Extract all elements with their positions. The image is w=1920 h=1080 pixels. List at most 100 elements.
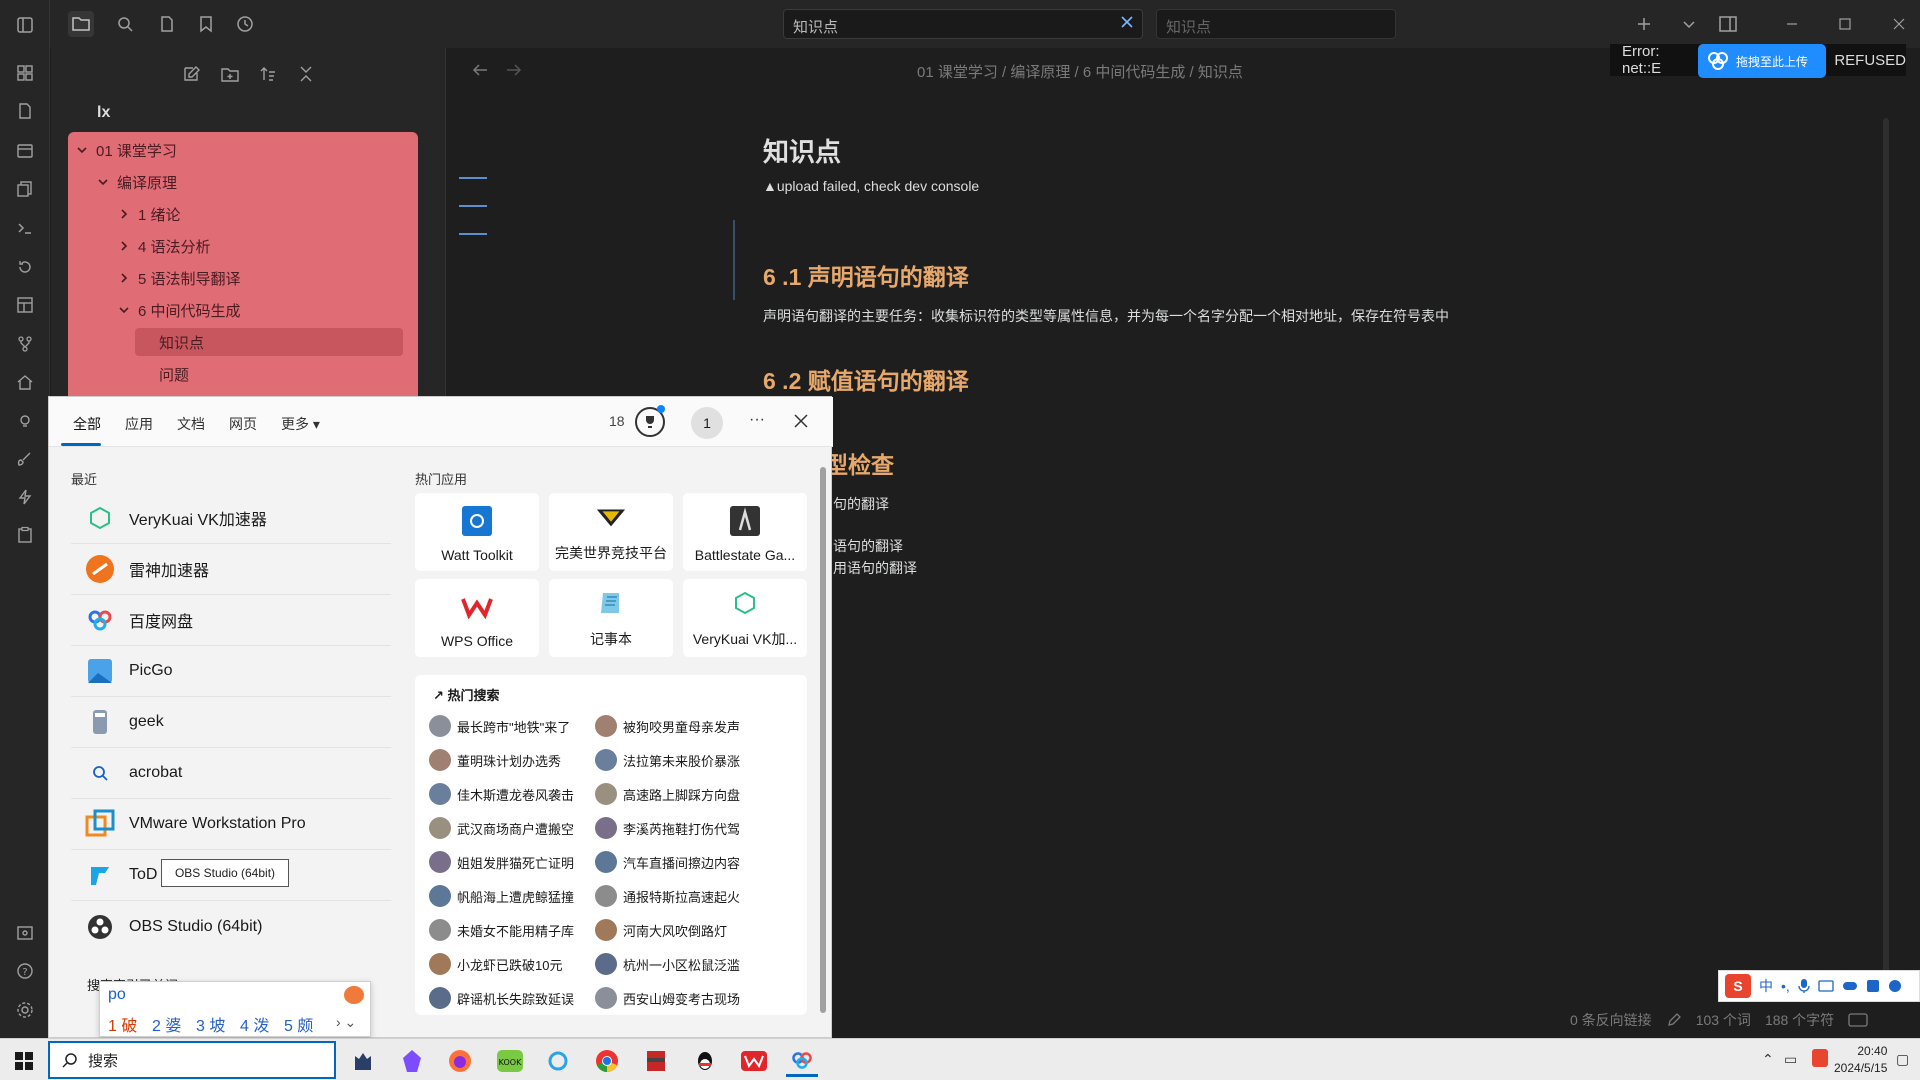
close-window-icon[interactable] [1886, 11, 1912, 37]
heading-6-2[interactable]: 6 .2 赋值语句的翻译 [763, 362, 969, 396]
hot-search-item[interactable]: 董明珠计划办选秀 [429, 747, 561, 773]
trophy-icon[interactable] [635, 405, 665, 437]
hot-search-item[interactable]: 河南大风吹倒路灯 [595, 917, 727, 943]
toolbox-icon[interactable] [1888, 979, 1902, 993]
right-sidebar-toggle-icon[interactable] [1715, 11, 1741, 37]
hot-search-item[interactable]: 杭州一小区松鼠泛滥 [595, 951, 740, 977]
help-icon[interactable]: ? [12, 958, 38, 984]
history-icon[interactable] [12, 254, 38, 280]
hot-search-item[interactable]: 佳木斯遭龙卷风袭击 [429, 781, 574, 807]
terminal-icon[interactable] [12, 215, 38, 241]
baidu-netdisk-icon[interactable] [786, 1045, 818, 1077]
tree-folder-syntax[interactable]: 4 语法分析 [116, 232, 211, 260]
list-item-partial[interactable]: 用语句的翻译 [833, 558, 917, 578]
hot-search-item[interactable]: 帆船海上遭虎鲸猛撞 [429, 883, 574, 909]
hot-app-tile[interactable]: VeryKuai VK加... [683, 579, 807, 657]
rewards-points[interactable]: 18 [609, 413, 625, 429]
file-search-icon[interactable] [12, 98, 38, 124]
ime-candidate[interactable]: 4 泼 [240, 1012, 269, 1036]
copy-icon[interactable] [12, 176, 38, 202]
hot-search-item[interactable]: 辟谣机长失踪致延误 [429, 985, 574, 1011]
tree-folder-sdt[interactable]: 5 语法制导翻译 [116, 264, 241, 292]
bookmark-icon[interactable] [193, 11, 219, 37]
file-icon[interactable] [154, 11, 180, 37]
ime-mode[interactable]: 中 [1759, 976, 1773, 996]
recent-item[interactable]: VMware Workstation Pro [71, 799, 391, 850]
hot-search-item[interactable]: 西安山姆变考古现场 [595, 985, 740, 1011]
hot-search-item[interactable]: 被狗咬男童母亲发声 [595, 713, 740, 739]
home-icon[interactable] [12, 369, 38, 395]
tab-active[interactable]: 知识点 [783, 9, 1143, 39]
outline-markers[interactable] [459, 177, 489, 237]
hot-search-item[interactable]: 李溪芮拖鞋打伤代驾 [595, 815, 740, 841]
hot-search-item[interactable]: 小龙虾已跌破10元 [429, 951, 562, 977]
skin-icon[interactable] [1866, 979, 1880, 993]
recent-item[interactable]: VeryKuai VK加速器 [71, 493, 391, 544]
backlinks-count[interactable]: 0 条反向链接 [1570, 1010, 1652, 1030]
maximize-icon[interactable] [1832, 11, 1858, 37]
hot-app-tile[interactable]: 完美世界竞技平台 [549, 493, 673, 571]
network-icon[interactable]: ▭ [1784, 1051, 1797, 1068]
git-icon[interactable] [12, 331, 38, 357]
baidu-upload-button[interactable]: 拖拽至此上传 [1698, 44, 1826, 78]
folder-icon[interactable] [68, 11, 94, 37]
tab-web[interactable]: 网页 [229, 414, 257, 434]
keyboard-icon[interactable] [1818, 980, 1834, 992]
back-arrow-icon[interactable] [471, 62, 489, 78]
tree-folder-compiler[interactable]: 编译原理 [95, 168, 177, 196]
recent-item[interactable]: 百度网盘 [71, 595, 391, 646]
chevron-down-icon[interactable] [1676, 11, 1702, 37]
gamepad-icon[interactable] [1842, 980, 1858, 992]
collapse-all-icon[interactable] [296, 64, 316, 84]
chrome-icon[interactable] [591, 1045, 623, 1077]
firefox-icon[interactable] [444, 1045, 476, 1077]
tree-note-selected[interactable]: 知识点 [135, 328, 403, 356]
vault-icon[interactable] [12, 920, 38, 946]
sort-icon[interactable] [258, 64, 278, 84]
ime-candidate[interactable]: 5 颇 [284, 1012, 313, 1036]
user-avatar[interactable]: 1 [691, 407, 723, 439]
tab-all[interactable]: 全部 [73, 414, 101, 434]
tray-chevron-up-icon[interactable]: ⌃ [1762, 1051, 1774, 1068]
tab-docs[interactable]: 文档 [177, 414, 205, 434]
tree-folder-icg[interactable]: 6 中间代码生成 [116, 296, 241, 324]
ime-candidate[interactable]: 2 婆 [152, 1012, 181, 1036]
hot-search-item[interactable]: 高速路上脚踩方向盘 [595, 781, 740, 807]
recent-item[interactable]: acrobat [71, 748, 391, 799]
ime-candidate[interactable]: 1 破 [108, 1012, 137, 1036]
taskview-cat-icon[interactable] [347, 1045, 379, 1077]
new-folder-icon[interactable] [220, 64, 240, 84]
kook-icon[interactable]: KOOK [494, 1045, 526, 1077]
tab-apps[interactable]: 应用 [125, 414, 153, 434]
hot-app-tile[interactable]: 记事本 [549, 579, 673, 657]
editor-scrollbar[interactable] [1883, 118, 1889, 988]
hot-app-tile[interactable]: Watt Toolkit [415, 493, 539, 571]
tree-folder-intro[interactable]: 1 绪论 [116, 200, 181, 228]
layout-icon[interactable] [12, 292, 38, 318]
new-tab-plus-icon[interactable] [1631, 11, 1657, 37]
watt-toolkit-icon[interactable] [542, 1045, 574, 1077]
list-item-partial[interactable]: 语句的翻译 [833, 536, 903, 556]
clipboard-icon[interactable] [12, 522, 38, 548]
more-options-icon[interactable]: ··· [749, 411, 765, 429]
calendar-icon[interactable] [12, 137, 38, 163]
close-tab-icon[interactable] [1120, 15, 1134, 29]
taskbar-search-box[interactable]: 搜索 [48, 1041, 336, 1079]
recent-item[interactable]: PicGo [71, 646, 391, 697]
hot-search-item[interactable]: 汽车直播间擦边内容 [595, 849, 740, 875]
grid-icon[interactable] [12, 60, 38, 86]
heading-partial[interactable]: 型检查 [825, 446, 894, 480]
hot-search-item[interactable]: 通报特斯拉高速起火 [595, 883, 740, 909]
note-title[interactable]: 知识点 [763, 132, 841, 169]
hot-search-item[interactable]: 最长跨市"地铁"来了 [429, 713, 570, 739]
tab-search-box[interactable]: 知识点 [1156, 9, 1396, 39]
breadcrumb[interactable]: 01 课堂学习 / 编译原理 / 6 中间代码生成 / 知识点 [917, 61, 1243, 82]
recent-item[interactable]: geek [71, 697, 391, 748]
ime-candidate[interactable]: 3 坡 [196, 1012, 225, 1036]
recent-item[interactable]: 雷神加速器 [71, 544, 391, 595]
ime-toolbar[interactable]: S 中 •, [1718, 970, 1920, 1002]
wps-icon[interactable] [738, 1045, 770, 1077]
search-icon[interactable] [112, 11, 138, 37]
minimize-icon[interactable] [1779, 11, 1805, 37]
hot-search-item[interactable]: 武汉商场商户遭搬空 [429, 815, 574, 841]
